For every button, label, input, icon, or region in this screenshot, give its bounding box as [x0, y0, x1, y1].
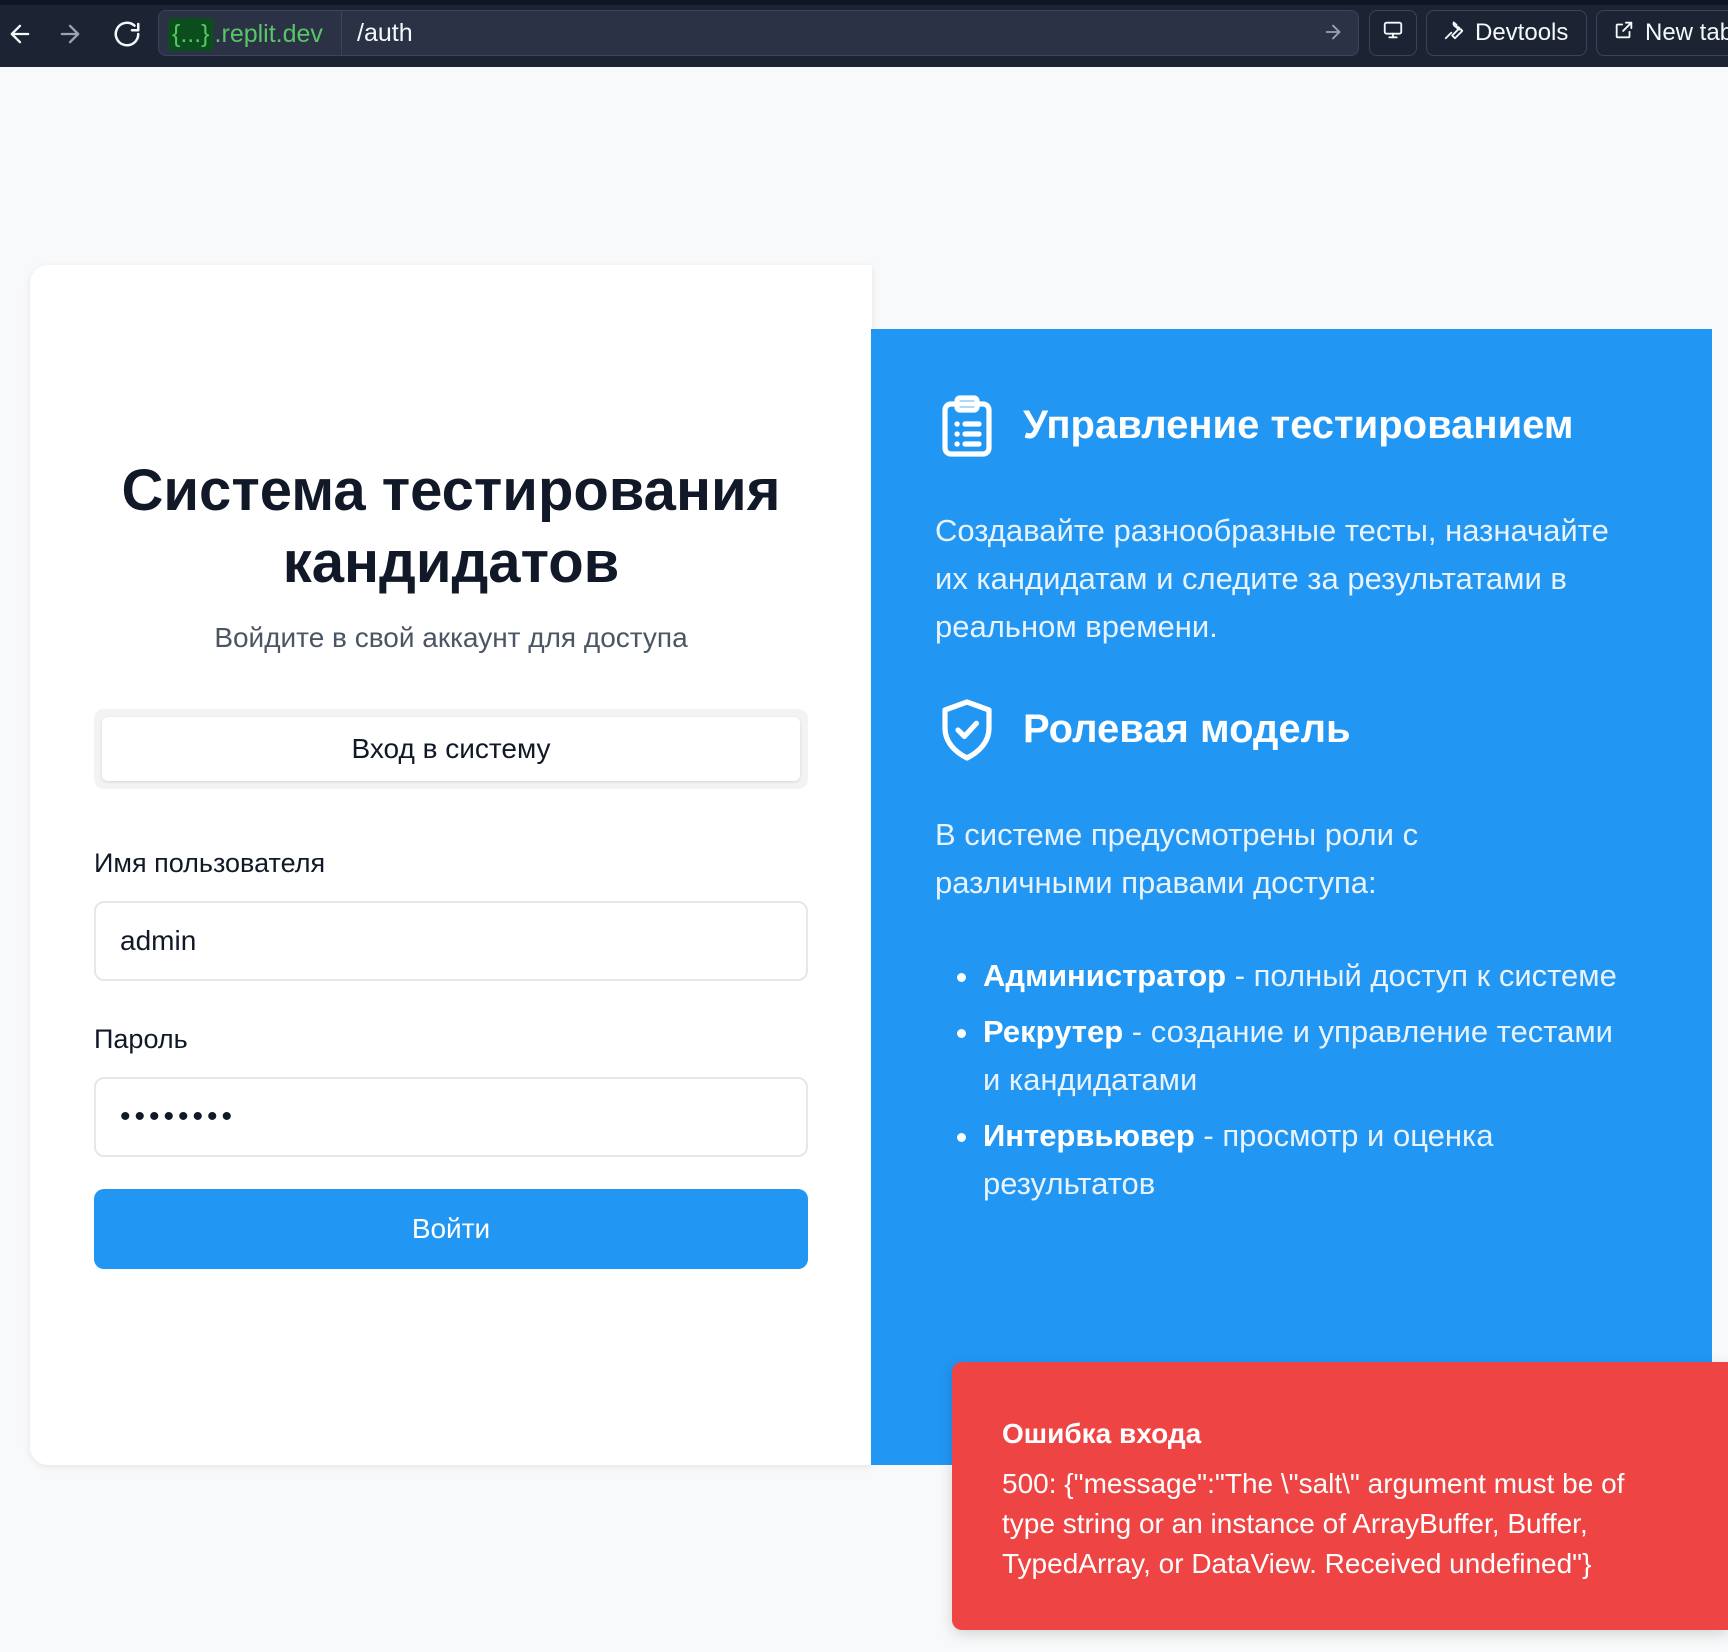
role-name: Рекрутер: [983, 1014, 1124, 1049]
wrench-icon: [1443, 19, 1465, 48]
new-tab-label: New tab: [1645, 19, 1728, 46]
password-label: Пароль: [94, 1024, 188, 1054]
role-name: Администратор: [983, 958, 1227, 993]
auth-tabs: Вход в систему: [94, 709, 808, 789]
list-item: Рекрутер - создание и управление тестами…: [935, 1008, 1625, 1104]
external-link-icon: [1613, 19, 1635, 48]
role-name: Интервьювер: [983, 1118, 1195, 1153]
back-icon[interactable]: [0, 14, 40, 54]
url-path[interactable]: /auth: [357, 19, 413, 48]
go-arrow-icon[interactable]: [1322, 21, 1344, 48]
url-host-prefix: {...}: [168, 17, 214, 51]
address-bar[interactable]: {...} .replit.dev /auth: [158, 10, 1359, 56]
username-input[interactable]: [94, 901, 808, 981]
toast-title: Ошибка входа: [1002, 1418, 1202, 1449]
page-title: Система тестирования кандидатов: [121, 458, 781, 595]
roles-feature-title: Ролевая модель: [1023, 707, 1351, 751]
url-separator: [341, 11, 342, 55]
reload-icon[interactable]: [107, 14, 147, 54]
role-desc: - полный доступ к системе: [1226, 958, 1617, 993]
toolbar-top-strip: [0, 0, 1728, 5]
list-item: Интервьювер - просмотр и оценка результа…: [935, 1112, 1625, 1208]
error-toast[interactable]: Ошибка входа 500: {"message":"The \"salt…: [952, 1362, 1728, 1630]
url-host-suffix: .replit.dev: [214, 19, 323, 48]
device-preview-button[interactable]: [1369, 10, 1417, 56]
clipboard-icon: [939, 394, 995, 458]
username-label: Имя пользователя: [94, 848, 326, 878]
roles-feature-text: В системе предусмотрены роли с различным…: [935, 817, 1419, 900]
password-input[interactable]: [94, 1077, 808, 1157]
testing-feature-title: Управление тестированием: [1023, 403, 1574, 447]
monitor-icon: [1382, 19, 1404, 48]
login-button[interactable]: Войти: [94, 1189, 808, 1269]
tab-login[interactable]: Вход в систему: [102, 717, 800, 781]
browser-toolbar: {...} .replit.dev /auth Devtools New tab: [0, 0, 1728, 67]
forward-icon[interactable]: [50, 14, 90, 54]
toast-message: 500: {"message":"The \"salt\" argument m…: [1002, 1468, 1625, 1579]
devtools-label: Devtools: [1475, 19, 1569, 46]
devtools-button[interactable]: Devtools: [1426, 10, 1587, 56]
page-subtitle: Войдите в свой аккаунт для доступа: [214, 622, 688, 653]
list-item: Администратор - полный доступ к системе: [935, 952, 1625, 1000]
url-host: {...} .replit.dev: [168, 17, 331, 51]
testing-feature-text: Создавайте разнообразные тесты, назначай…: [935, 513, 1609, 644]
roles-list: Администратор - полный доступ к системе …: [935, 952, 1625, 1216]
shield-check-icon: [939, 698, 995, 762]
new-tab-button[interactable]: New tab: [1596, 10, 1728, 56]
